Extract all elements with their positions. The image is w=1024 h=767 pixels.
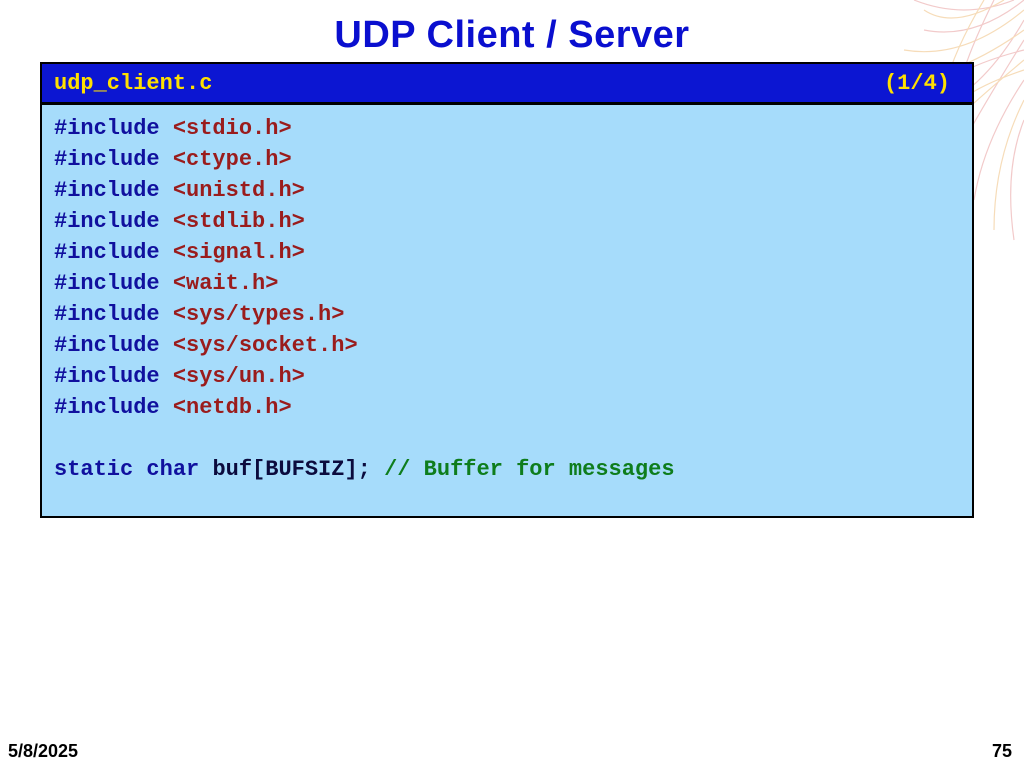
code-line: #include <stdlib.h> <box>54 206 972 237</box>
include-header: <unistd.h> <box>172 178 305 203</box>
code-filename: udp_client.c <box>54 70 213 96</box>
code-line: #include <ctype.h> <box>54 144 972 175</box>
footer-date: 5/8/2025 <box>8 741 79 761</box>
code-line: #include <signal.h> <box>54 237 972 268</box>
code-header: udp_client.c (1/4) <box>40 62 974 104</box>
include-header: <signal.h> <box>172 240 305 265</box>
include-keyword: #include <box>54 209 160 234</box>
include-keyword: #include <box>54 116 160 141</box>
include-keyword: #include <box>54 178 160 203</box>
code-line: #include <stdio.h> <box>54 113 972 144</box>
code-line: #include <unistd.h> <box>54 175 972 206</box>
code-block: #include <stdio.h> #include <ctype.h> #i… <box>40 103 974 518</box>
include-header: <sys/types.h> <box>172 302 345 327</box>
include-header: <sys/un.h> <box>172 364 305 389</box>
code-line: #include <sys/socket.h> <box>54 330 972 361</box>
include-keyword: #include <box>54 364 160 389</box>
include-keyword: #include <box>54 395 160 420</box>
include-keyword: #include <box>54 333 160 358</box>
code-part-indicator: (1/4) <box>883 70 950 96</box>
code-line: #include <netdb.h> <box>54 392 972 423</box>
include-keyword: #include <box>54 271 160 296</box>
code-line: #include <sys/un.h> <box>54 361 972 392</box>
include-header: <netdb.h> <box>172 395 292 420</box>
code-comment: // Buffer for messages <box>384 457 675 482</box>
include-header: <wait.h> <box>172 271 279 296</box>
decl-identifier: buf[BUFSIZ]; <box>212 457 371 482</box>
code-line: #include <wait.h> <box>54 268 972 299</box>
include-keyword: #include <box>54 147 160 172</box>
page-number: 75 <box>991 741 1012 761</box>
include-header: <stdio.h> <box>172 116 292 141</box>
include-keyword: #include <box>54 240 160 265</box>
include-header: <sys/socket.h> <box>172 333 358 358</box>
code-line: #include <sys/types.h> <box>54 299 972 330</box>
slide-title: UDP Client / Server <box>334 14 690 56</box>
include-keyword: #include <box>54 302 160 327</box>
include-header: <ctype.h> <box>172 147 292 172</box>
code-line: static char buf[BUFSIZ]; // Buffer for m… <box>54 454 972 485</box>
include-header: <stdlib.h> <box>172 209 305 234</box>
decl-keywords: static char <box>54 457 200 482</box>
